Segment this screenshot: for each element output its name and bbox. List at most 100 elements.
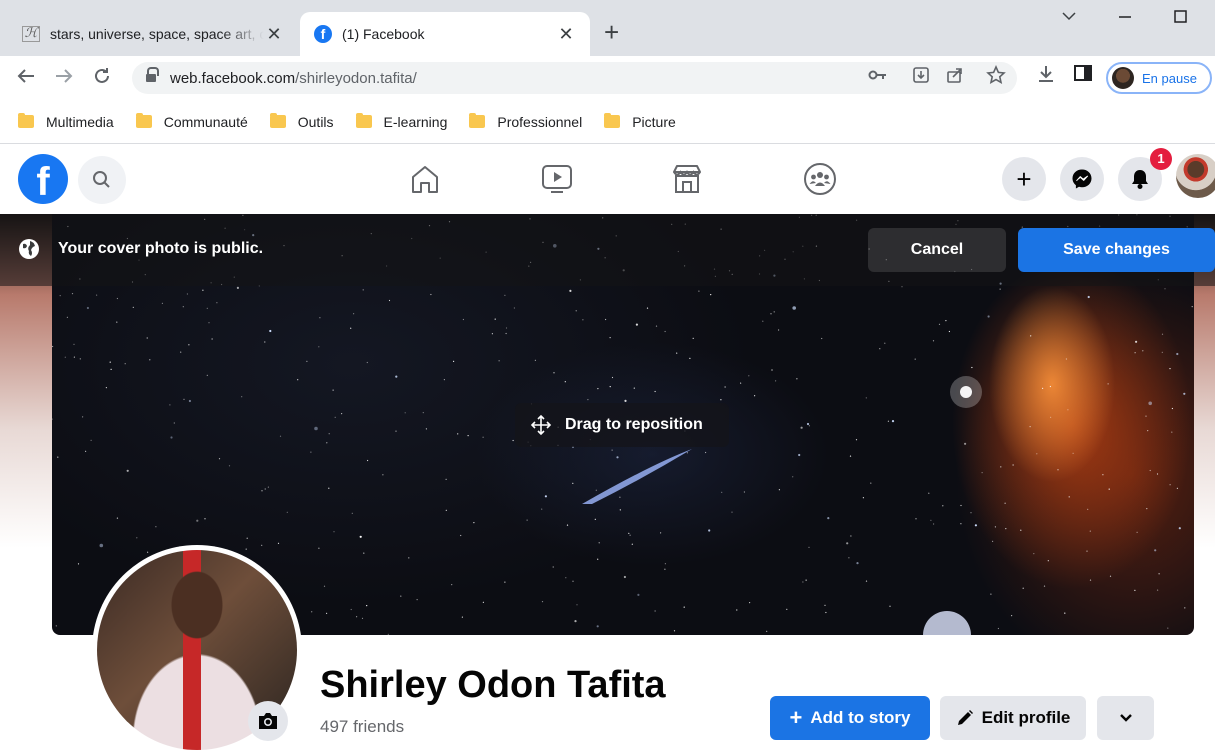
star-dot <box>970 512 972 514</box>
maximize-window-icon[interactable] <box>1174 10 1188 29</box>
save-changes-button[interactable]: Save changes <box>1018 228 1215 272</box>
star-dot <box>597 558 599 560</box>
account-avatar[interactable] <box>1176 154 1215 198</box>
edit-profile-button[interactable]: Edit profile <box>940 696 1086 740</box>
star-dot <box>228 465 231 467</box>
folder-icon <box>469 113 486 128</box>
star-dot <box>534 359 536 361</box>
star-dot <box>204 518 206 520</box>
reload-icon[interactable] <box>92 66 112 92</box>
friends-count[interactable]: 497 friends <box>320 717 404 737</box>
star-dot <box>964 442 967 445</box>
star-dot <box>616 456 619 459</box>
star-dot <box>462 318 464 321</box>
star-dot <box>430 293 432 296</box>
star-dot <box>161 302 163 304</box>
star-dot <box>1171 407 1173 410</box>
plus-icon: + <box>789 705 803 730</box>
new-tab-button[interactable]: + <box>604 18 619 46</box>
star-dot <box>582 319 584 321</box>
add-to-story-button[interactable]: + Add to story <box>770 696 930 740</box>
close-tab-icon[interactable]: ✕ <box>264 24 284 45</box>
star-dot <box>482 601 484 603</box>
messenger-button[interactable] <box>1060 157 1104 201</box>
star-dot <box>319 317 321 319</box>
marketplace-icon[interactable] <box>670 162 704 196</box>
bookmark-label: Outils <box>297 113 334 130</box>
star-dot <box>1086 550 1088 552</box>
back-arrow-icon[interactable] <box>16 66 36 92</box>
install-app-icon[interactable] <box>912 66 930 89</box>
star-dot <box>1161 333 1164 335</box>
star-dot <box>686 452 689 454</box>
star-dot <box>126 469 129 472</box>
star-dot <box>796 378 798 380</box>
search-button[interactable] <box>78 156 126 204</box>
side-panel-icon[interactable] <box>1074 64 1092 87</box>
star-dot <box>173 422 175 424</box>
star-dot <box>1065 358 1067 360</box>
key-icon[interactable] <box>868 68 888 86</box>
star-dot <box>351 512 353 514</box>
star-dot <box>422 412 424 414</box>
watch-video-icon[interactable] <box>540 162 574 196</box>
forward-arrow-icon[interactable] <box>54 66 74 92</box>
star-dot <box>605 318 607 321</box>
star-dot <box>1068 496 1070 498</box>
star-dot <box>491 333 493 335</box>
browser-tab-stars[interactable]: ℋ stars, universe, space, space art, c ✕ <box>8 12 298 56</box>
bookmark-picture[interactable]: Picture <box>604 113 676 130</box>
share-icon[interactable] <box>946 66 964 89</box>
star-dot <box>473 522 475 524</box>
star-dot <box>408 557 410 559</box>
bookmark-communaute[interactable]: Communauté <box>135 113 248 130</box>
create-button[interactable]: + <box>1002 157 1046 201</box>
star-dot <box>513 307 515 309</box>
star-dot <box>306 360 308 362</box>
bookmark-e-learning[interactable]: E-learning <box>355 113 447 130</box>
star-dot <box>395 430 397 432</box>
star-dot <box>279 435 282 437</box>
update-profile-picture-button[interactable] <box>248 701 288 741</box>
bookmark-label: Professionnel <box>497 113 583 130</box>
star-dot <box>363 552 365 554</box>
bookmark-star-icon[interactable] <box>986 65 1006 90</box>
star-dot <box>708 529 711 532</box>
star-dot <box>186 293 188 295</box>
star-dot <box>564 381 566 383</box>
browser-tab-facebook[interactable]: f (1) Facebook ✕ <box>300 12 590 56</box>
cancel-button[interactable]: Cancel <box>868 228 1006 272</box>
more-options-button[interactable] <box>1097 696 1154 740</box>
star-dot <box>821 337 823 340</box>
star-dot <box>748 375 750 377</box>
star-dot <box>827 517 830 520</box>
bookmark-outils[interactable]: Outils <box>269 113 334 130</box>
browser-profile-button[interactable]: En pause <box>1106 62 1212 94</box>
star-dot <box>350 608 352 611</box>
star-dot <box>505 327 508 329</box>
star-dot <box>1102 474 1104 476</box>
downloads-icon[interactable] <box>1036 64 1056 89</box>
minimize-window-icon[interactable] <box>1118 6 1132 25</box>
star-dot <box>188 344 190 346</box>
star-dot <box>1109 575 1112 577</box>
star-dot <box>326 612 328 614</box>
bookmark-professionnel[interactable]: Professionnel <box>469 113 583 130</box>
home-icon[interactable] <box>408 162 442 196</box>
star-dot <box>1142 350 1144 352</box>
star-dot <box>124 363 126 365</box>
groups-icon[interactable] <box>803 162 837 196</box>
folder-icon <box>18 113 34 128</box>
bookmark-multimedia[interactable]: Multimedia <box>18 113 114 130</box>
tab-search-chevron-icon[interactable] <box>1062 8 1076 26</box>
star-dot <box>740 382 742 384</box>
star-dot <box>1087 295 1090 299</box>
star-dot <box>404 412 406 414</box>
close-tab-icon[interactable]: ✕ <box>556 24 576 45</box>
star-dot <box>367 459 369 462</box>
drag-to-reposition-label[interactable]: Drag to reposition <box>515 403 729 447</box>
star-dot <box>504 581 506 583</box>
edit-profile-label: Edit profile <box>981 708 1071 727</box>
star-dot <box>971 366 973 369</box>
facebook-logo[interactable]: f <box>18 154 68 204</box>
